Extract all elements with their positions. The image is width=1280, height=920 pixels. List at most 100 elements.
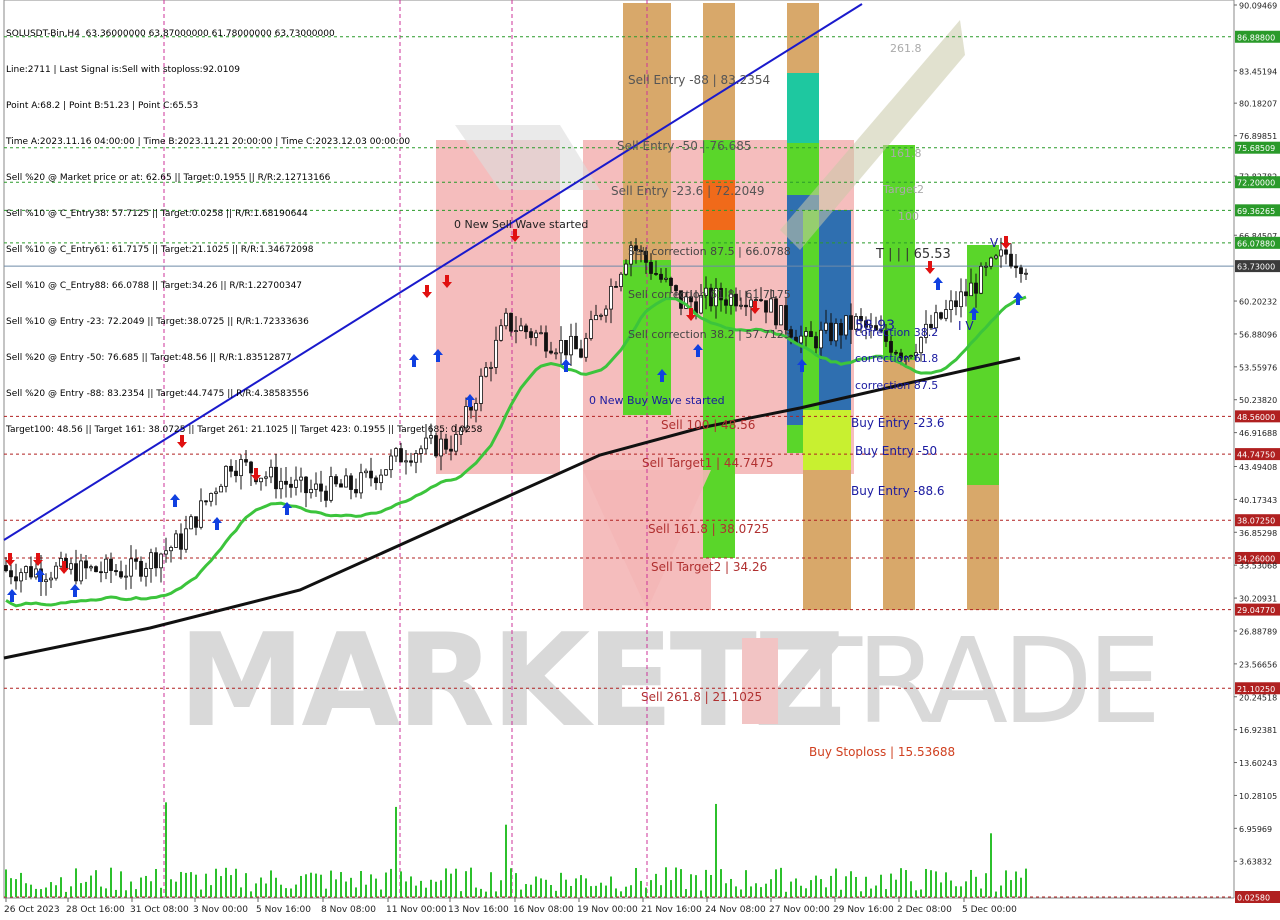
candle-body xyxy=(409,460,413,463)
candle-body xyxy=(69,563,73,570)
candle-body xyxy=(534,332,538,338)
volume-bar xyxy=(700,890,702,897)
candle-body xyxy=(799,335,803,344)
candle-body xyxy=(944,309,948,319)
y-tick-label: 38.07250 xyxy=(1237,517,1275,526)
volume-bar xyxy=(780,867,782,897)
candle-body xyxy=(614,285,618,288)
candle-body xyxy=(609,285,613,310)
volume-bar xyxy=(480,888,482,897)
y-tick-label: 50.23820 xyxy=(1239,396,1277,405)
volume-bar xyxy=(710,875,712,897)
candle-body xyxy=(294,479,298,488)
volume-bar xyxy=(210,885,212,897)
volume-bar xyxy=(235,868,237,897)
candle-body xyxy=(514,330,518,333)
watermark-right: TRADE xyxy=(789,612,1155,750)
candle-body xyxy=(599,314,603,317)
volume-bar xyxy=(575,878,577,897)
candle-body xyxy=(539,332,543,335)
volume-bar xyxy=(655,873,657,897)
candle-body xyxy=(959,291,963,308)
candle-body xyxy=(109,558,113,571)
y-tick-label: 26.88789 xyxy=(1239,627,1277,636)
volume-bar xyxy=(440,880,442,897)
zone-bar xyxy=(803,410,851,475)
candle-body xyxy=(499,325,503,341)
candle-body xyxy=(384,469,388,476)
volume-bar xyxy=(285,888,287,897)
volume-bar xyxy=(450,873,452,897)
candle-body xyxy=(779,305,783,326)
volume-bar xyxy=(55,885,57,897)
volume-bar xyxy=(415,885,417,897)
volume-bar xyxy=(595,885,597,897)
volume-bar xyxy=(490,872,492,897)
y-tick-label: 46.91688 xyxy=(1239,429,1277,438)
candle-body xyxy=(304,476,308,494)
candle-body xyxy=(979,265,983,294)
candle-body xyxy=(79,560,83,582)
chart-annotation: Sell 261.8 | 21.1025 xyxy=(641,690,762,704)
x-tick-label: 5 Nov 16:00 xyxy=(256,905,311,915)
candle-body xyxy=(369,470,373,479)
volume-bar xyxy=(425,887,427,897)
candle-body xyxy=(504,312,508,327)
volume-bar xyxy=(110,867,112,897)
volume-bar xyxy=(600,882,602,897)
volume-bar xyxy=(375,878,377,897)
volume-bar xyxy=(930,870,932,897)
zone-bar xyxy=(803,470,851,610)
candle-body xyxy=(229,465,233,472)
volume-bar xyxy=(990,833,992,897)
candle-body xyxy=(279,480,283,490)
candle-body xyxy=(189,516,193,530)
candle-body xyxy=(954,300,958,308)
x-tick-label: 5 Dec 00:00 xyxy=(962,905,1017,915)
chart-annotation: Sell Target2 | 34.26 xyxy=(651,560,767,574)
info-line: Point A:68.2 | Point B:51.23 | Point C:6… xyxy=(6,101,199,111)
candle-body xyxy=(179,533,183,550)
volume-bar xyxy=(805,888,807,897)
volume-bar xyxy=(120,871,122,897)
y-tick-label: 30.20931 xyxy=(1239,595,1277,604)
candle-body xyxy=(489,366,493,369)
volume-bar xyxy=(360,871,362,897)
volume-bar xyxy=(140,877,142,897)
candle-body xyxy=(334,476,338,485)
x-tick-label: 26 Oct 2023 xyxy=(4,905,60,915)
candle-body xyxy=(89,566,93,569)
volume-bar xyxy=(335,879,337,897)
volume-bar xyxy=(305,874,307,897)
volume-bar xyxy=(1010,880,1012,897)
chart-annotation: T | | | 65.53 xyxy=(875,247,951,262)
candle-body xyxy=(744,304,748,308)
candle-body xyxy=(834,323,838,342)
volume-bar xyxy=(15,879,17,897)
candle-body xyxy=(659,273,663,280)
candle-body xyxy=(564,340,568,356)
chart-annotation: Buy Stoploss | 15.53688 xyxy=(809,745,955,759)
volume-bar xyxy=(265,883,267,897)
volume-bar xyxy=(60,877,62,897)
volume-bar xyxy=(1020,877,1022,897)
x-tick-label: 28 Oct 16:00 xyxy=(66,905,125,915)
volume-bar xyxy=(985,873,987,897)
candle-body xyxy=(264,476,268,479)
candle-body xyxy=(764,300,768,313)
volume-bar xyxy=(715,803,717,897)
y-tick-label: 56.88096 xyxy=(1239,330,1277,339)
volume-bar xyxy=(525,884,527,897)
volume-bar xyxy=(520,889,522,897)
candle-body xyxy=(989,257,993,267)
volume-bar xyxy=(745,870,747,897)
candle-body xyxy=(839,323,843,336)
volume-bar xyxy=(640,880,642,897)
candle-body xyxy=(549,350,553,354)
candle-body xyxy=(404,460,408,463)
volume-bar xyxy=(310,872,312,897)
volume-bar xyxy=(190,872,192,897)
y-tick-label: 86.88800 xyxy=(1237,33,1275,42)
info-line: SOLUSDT-Bin,H4 63.36000000 63.87000000 6… xyxy=(6,29,335,39)
volume-bar xyxy=(280,884,282,897)
